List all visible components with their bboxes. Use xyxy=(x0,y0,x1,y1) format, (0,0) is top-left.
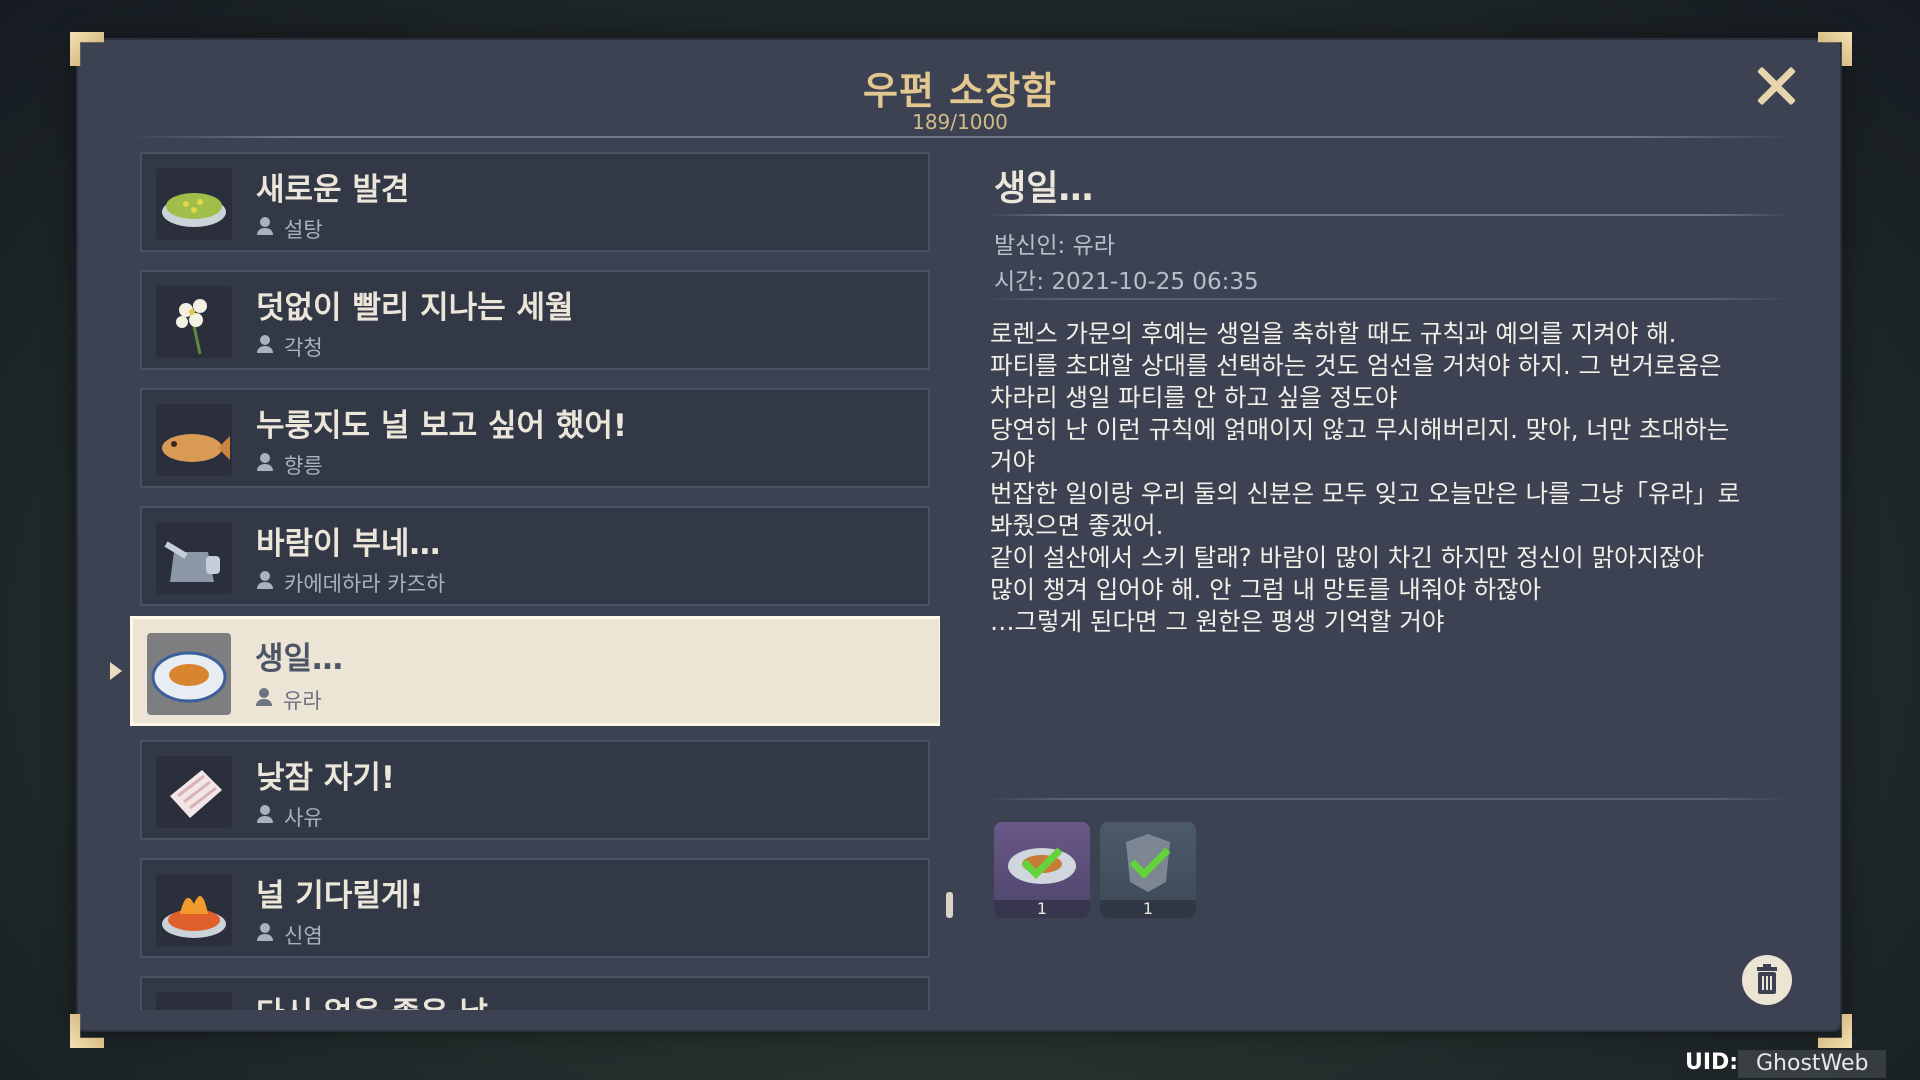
sender-icon xyxy=(257,453,273,471)
dish-icon xyxy=(156,168,232,240)
mail-title: 생일… xyxy=(255,641,344,677)
mail-count: 189/1000 xyxy=(912,110,1008,134)
mail-sender: 사유 xyxy=(284,806,323,830)
detail-title-divider xyxy=(984,214,1790,216)
mail-item[interactable]: 널 기다릴게! 신염 xyxy=(140,858,930,958)
attachment-qty: 1 xyxy=(994,900,1090,918)
mail-item[interactable]: 새로운 발견 설탕 xyxy=(140,152,930,252)
close-button[interactable] xyxy=(1754,64,1798,108)
mail-item[interactable]: 바람이 부네… 카에데하라 카즈하 xyxy=(140,506,930,606)
attachment-item[interactable]: 1 xyxy=(994,822,1090,918)
flower-icon xyxy=(156,286,232,358)
mail-sender: 신염 xyxy=(284,924,323,948)
mail-list[interactable]: 새로운 발견 설탕 덧없이 빨리 지나는 세월 각청 누룽지도 널 보고 싶어 … xyxy=(130,150,940,1010)
fire-dish-icon xyxy=(156,874,232,946)
mail-detail-sender: 발신인: 유라 xyxy=(994,233,1115,259)
attachment-divider xyxy=(984,798,1790,800)
mail-list-scrollbar[interactable] xyxy=(948,150,952,1010)
mail-sender: 설탕 xyxy=(284,218,323,242)
sender-icon xyxy=(257,335,273,353)
mail-detail-body: 로렌스 가문의 후예는 생일을 축하할 때도 규칙과 예의를 지켜야 해. 파티… xyxy=(990,319,1741,636)
mail-sender: 유라 xyxy=(283,689,322,713)
uid-value: GhostWeb xyxy=(1738,1050,1886,1078)
detail-meta-divider xyxy=(984,298,1790,300)
meat-icon xyxy=(156,756,232,828)
fish-icon xyxy=(156,404,232,476)
trash-icon xyxy=(1757,964,1777,994)
mail-detail-time: 시간: 2021-10-25 06:35 xyxy=(994,269,1259,295)
plate-icon xyxy=(147,633,231,715)
armor-attachment-icon xyxy=(1126,834,1171,892)
mail-detail-title: 생일… xyxy=(994,169,1094,209)
teapot-icon xyxy=(156,522,232,594)
mail-sender: 향릉 xyxy=(284,454,323,478)
attachment-qty: 1 xyxy=(1100,900,1196,918)
mail-title: 다시 없을 좋은 날 xyxy=(256,988,488,1010)
mail-title: 새로운 발견 xyxy=(256,172,410,208)
mail-sender: 각청 xyxy=(284,336,323,360)
mail-item[interactable]: 누룽지도 널 보고 싶어 했어! 향릉 xyxy=(140,388,930,488)
attachment-item[interactable]: 1 xyxy=(1100,822,1196,918)
mail-item[interactable]: 낮잠 자기! 사유 xyxy=(140,740,930,840)
selection-arrow-icon xyxy=(110,662,122,680)
mail-sender: 카에데하라 카즈하 xyxy=(284,572,446,596)
sender-icon xyxy=(257,217,273,235)
mail-item[interactable]: 덧없이 빨리 지나는 세월 각청 xyxy=(140,270,930,370)
crab-icon xyxy=(156,992,232,1010)
delete-button[interactable] xyxy=(1742,955,1792,1005)
mail-title: 누룽지도 널 보고 싶어 했어! xyxy=(256,408,628,444)
mail-item[interactable]: 다시 없을 좋은 날 xyxy=(140,976,930,1010)
mail-title: 널 기다릴게! xyxy=(256,878,424,914)
sender-icon xyxy=(257,571,273,589)
scrollbar-thumb[interactable] xyxy=(946,892,953,918)
mail-item-selected[interactable]: 생일… 유라 xyxy=(130,616,940,726)
mail-title: 덧없이 빨리 지나는 세월 xyxy=(256,290,574,326)
sender-icon xyxy=(257,805,273,823)
sender-icon xyxy=(256,688,272,706)
mail-title: 낮잠 자기! xyxy=(256,760,396,796)
uid-label: UID: xyxy=(1685,1050,1739,1075)
sender-icon xyxy=(257,923,273,941)
dish-attachment-icon xyxy=(1008,847,1076,884)
mail-title: 바람이 부네… xyxy=(256,526,441,562)
header-divider xyxy=(126,136,1796,138)
page-title: 우편 소장함 xyxy=(862,69,1058,113)
